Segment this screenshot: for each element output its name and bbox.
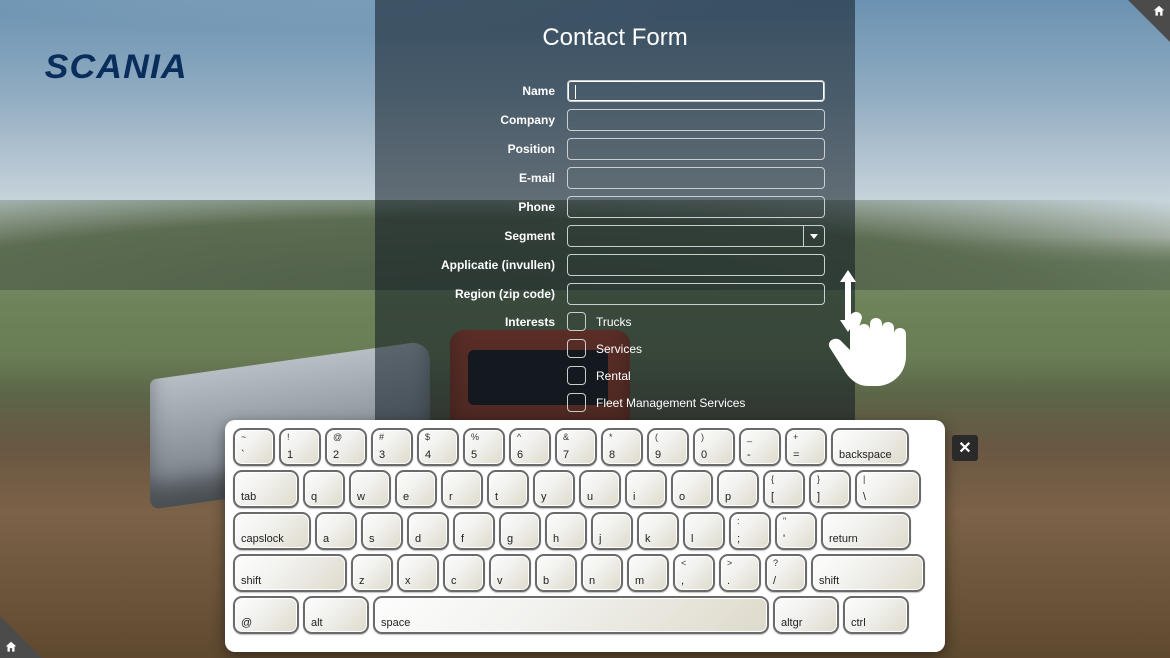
key-9[interactable]: (9 [647, 428, 689, 466]
key-y[interactable]: y [533, 470, 575, 508]
chevron-down-icon [803, 226, 824, 246]
home-icon [1152, 4, 1166, 18]
key-f[interactable]: f [453, 512, 495, 550]
page-title: Contact Form [405, 24, 825, 52]
close-icon: ✕ [958, 438, 971, 458]
home-icon [4, 640, 18, 654]
position-field[interactable] [567, 138, 825, 160]
checkbox-services[interactable] [567, 339, 586, 358]
brand-logo: SCANIA [45, 48, 188, 87]
checkbox-label: Rental [596, 369, 631, 383]
key-backspace[interactable]: backspace [831, 428, 909, 466]
key-[interactable]: _- [739, 428, 781, 466]
key-[interactable]: |\ [855, 470, 921, 508]
key-tab[interactable]: tab [233, 470, 299, 508]
key-p[interactable]: p [717, 470, 759, 508]
company-field[interactable] [567, 109, 825, 131]
key-a[interactable]: a [315, 512, 357, 550]
key-l[interactable]: l [683, 512, 725, 550]
key-j[interactable]: j [591, 512, 633, 550]
label-segment: Segment [405, 229, 555, 243]
key-[interactable]: <, [673, 554, 715, 592]
key-[interactable]: >. [719, 554, 761, 592]
key-[interactable]: "' [775, 512, 817, 550]
key-x[interactable]: x [397, 554, 439, 592]
label-company: Company [405, 113, 555, 127]
key-7[interactable]: &7 [555, 428, 597, 466]
key-return[interactable]: return [821, 512, 911, 550]
label-interests: Interests [405, 315, 555, 329]
email-field[interactable] [567, 167, 825, 189]
key-h[interactable]: h [545, 512, 587, 550]
key-b[interactable]: b [535, 554, 577, 592]
key-space[interactable]: space [373, 596, 769, 634]
key-8[interactable]: *8 [601, 428, 643, 466]
key-[interactable]: }] [809, 470, 851, 508]
key-[interactable]: ~` [233, 428, 275, 466]
key-i[interactable]: i [625, 470, 667, 508]
key-shift[interactable]: shift [811, 554, 925, 592]
key-[interactable]: @ [233, 596, 299, 634]
key-5[interactable]: %5 [463, 428, 505, 466]
checkbox-label: Services [596, 342, 642, 356]
label-phone: Phone [405, 200, 555, 214]
keyboard-close-button[interactable]: ✕ [952, 435, 978, 461]
checkbox-label: Trucks [596, 315, 632, 329]
checkbox-trucks[interactable] [567, 312, 586, 331]
checkbox-label: Fleet Management Services [596, 396, 745, 410]
label-region: Region (zip code) [405, 287, 555, 301]
key-capslock[interactable]: capslock [233, 512, 311, 550]
key-[interactable]: :; [729, 512, 771, 550]
virtual-keyboard: ✕ ~`!1@2#3$4%5^6&7*8(9)0_-+=backspacetab… [225, 420, 945, 652]
key-q[interactable]: q [303, 470, 345, 508]
key-o[interactable]: o [671, 470, 713, 508]
key-g[interactable]: g [499, 512, 541, 550]
key-s[interactable]: s [361, 512, 403, 550]
applicatie-field[interactable] [567, 254, 825, 276]
key-t[interactable]: t [487, 470, 529, 508]
key-1[interactable]: !1 [279, 428, 321, 466]
label-name: Name [405, 84, 555, 98]
key-e[interactable]: e [395, 470, 437, 508]
key-3[interactable]: #3 [371, 428, 413, 466]
label-email: E-mail [405, 171, 555, 185]
key-c[interactable]: c [443, 554, 485, 592]
key-[interactable]: += [785, 428, 827, 466]
segment-select[interactable] [567, 225, 825, 247]
key-d[interactable]: d [407, 512, 449, 550]
key-[interactable]: {[ [763, 470, 805, 508]
key-z[interactable]: z [351, 554, 393, 592]
key-6[interactable]: ^6 [509, 428, 551, 466]
key-m[interactable]: m [627, 554, 669, 592]
key-k[interactable]: k [637, 512, 679, 550]
swipe-hint-icon [820, 270, 920, 390]
key-r[interactable]: r [441, 470, 483, 508]
checkbox-rental[interactable] [567, 366, 586, 385]
phone-field[interactable] [567, 196, 825, 218]
key-n[interactable]: n [581, 554, 623, 592]
key-v[interactable]: v [489, 554, 531, 592]
key-[interactable]: ?/ [765, 554, 807, 592]
key-alt[interactable]: alt [303, 596, 369, 634]
key-shift[interactable]: shift [233, 554, 347, 592]
name-field[interactable] [567, 80, 825, 102]
key-2[interactable]: @2 [325, 428, 367, 466]
key-4[interactable]: $4 [417, 428, 459, 466]
key-ctrl[interactable]: ctrl [843, 596, 909, 634]
label-position: Position [405, 142, 555, 156]
checkbox-fms[interactable] [567, 393, 586, 412]
label-app: Applicatie (invullen) [405, 258, 555, 272]
key-w[interactable]: w [349, 470, 391, 508]
key-0[interactable]: )0 [693, 428, 735, 466]
key-altgr[interactable]: altgr [773, 596, 839, 634]
key-u[interactable]: u [579, 470, 621, 508]
region-field[interactable] [567, 283, 825, 305]
